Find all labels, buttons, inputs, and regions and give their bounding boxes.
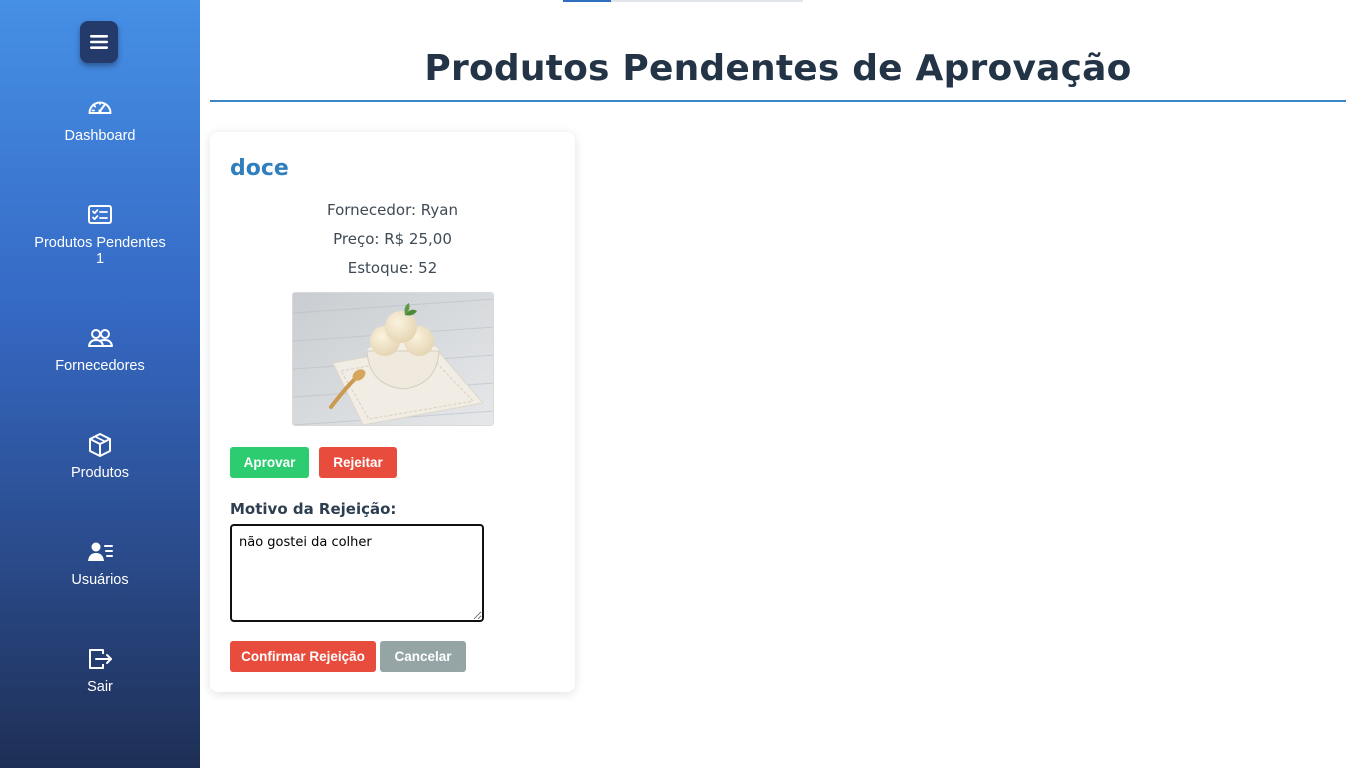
sidebar-item-sair[interactable]: Sair [0,645,200,695]
cancel-button[interactable]: Cancelar [380,641,466,672]
menu-toggle-button[interactable] [80,21,118,63]
sidebar-item-label: Produtos Pendentes 1 [34,235,166,267]
product-name: doce [230,156,289,181]
rejection-reason-label: Motivo da Rejeição: [230,500,397,518]
reject-button[interactable]: Rejeitar [319,447,397,478]
page-title: Produtos Pendentes de Aprovação [424,48,1132,89]
sidebar-item-label: Sair [87,679,113,695]
sidebar: Dashboard Produtos Pendentes 1 Fornecedo… [0,0,200,768]
box-icon [89,433,111,457]
confirm-rejection-button[interactable]: Confirmar Rejeição [230,641,376,672]
sidebar-item-label: Produtos [70,465,130,481]
title-divider [210,100,1346,102]
product-stock: Estoque: 52 [347,259,438,277]
gauge-icon [88,101,112,114]
loading-progress-bar [563,0,803,2]
product-image [292,292,494,426]
sidebar-item-dashboard[interactable]: Dashboard [0,94,200,144]
product-supplier: Fornecedor: Ryan [327,201,458,219]
product-card: doce Fornecedor: Ryan Preço: R$ 25,00 Es… [210,132,575,692]
users-icon [88,329,113,347]
sidebar-item-produtos-pendentes[interactable]: Produtos Pendentes 1 [0,201,200,267]
user-list-icon [88,542,113,561]
sidebar-item-usuarios[interactable]: Usuários [0,538,200,588]
loading-progress-fill [563,0,611,2]
sidebar-item-label: Dashboard [64,128,136,144]
approve-button[interactable]: Aprovar [230,447,309,478]
hamburger-icon [90,35,108,49]
sidebar-item-fornecedores[interactable]: Fornecedores [0,324,200,374]
rejection-reason-textarea[interactable]: não gostei da colher [230,524,484,622]
product-price: Preço: R$ 25,00 [333,230,452,248]
logout-icon [89,649,112,669]
sidebar-item-produtos[interactable]: Produtos [0,431,200,481]
sidebar-item-label: Fornecedores [55,358,145,374]
checklist-icon [88,205,112,224]
sidebar-item-label: Usuários [71,572,129,588]
